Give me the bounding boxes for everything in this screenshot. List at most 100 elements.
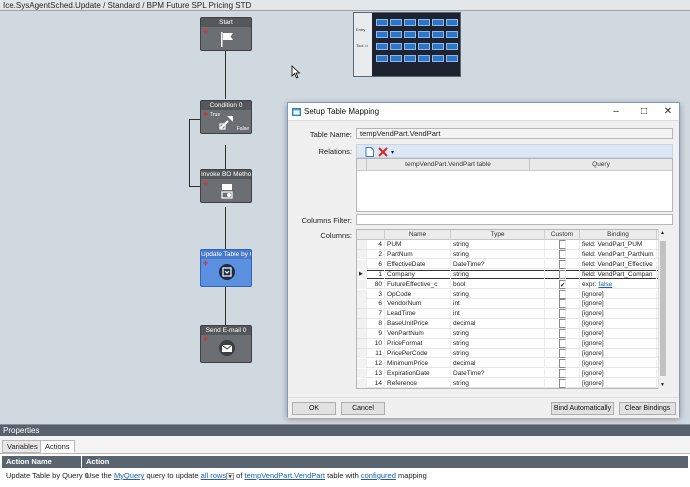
add-icon[interactable]: + xyxy=(203,259,208,268)
table-row[interactable]: ▶ 1 Company string field: VendPart_Compan xyxy=(357,269,665,280)
type-cell[interactable]: DateTime? xyxy=(451,259,545,269)
table-row[interactable]: 7 LeadTime int [ignore] xyxy=(357,309,665,319)
name-cell[interactable]: PartNum xyxy=(385,249,451,259)
row-number-cell[interactable]: 1 xyxy=(367,269,385,279)
action-name-cell[interactable]: Update Table by Query 0 xyxy=(2,470,89,482)
custom-checkbox[interactable] xyxy=(559,269,566,279)
binding-cell[interactable]: [ignore] xyxy=(580,319,657,329)
dialog-titlebar[interactable]: Setup Table Mapping – □ ✕ xyxy=(288,103,679,121)
row-number-cell[interactable]: 8 xyxy=(367,319,385,329)
name-cell[interactable]: PriceFormat xyxy=(385,339,451,348)
table-row[interactable]: 13 ExpirationDate DateTime? [ignore] xyxy=(357,368,665,379)
name-cell[interactable]: VenPartNum xyxy=(385,329,451,339)
mapping-link[interactable]: configured xyxy=(361,471,396,480)
relations-column-header[interactable]: tempVendPart.VendPart table xyxy=(367,159,530,171)
custom-cell[interactable] xyxy=(545,269,580,279)
scroll-down-icon[interactable]: ▼ xyxy=(660,382,665,388)
custom-cell[interactable] xyxy=(545,240,580,249)
table-row[interactable]: 2 PartNum string field: VendPart_PartNum xyxy=(357,249,665,260)
name-cell[interactable]: PUM xyxy=(385,240,451,249)
row-number-cell[interactable]: 10 xyxy=(367,339,385,348)
type-cell[interactable]: int xyxy=(451,299,545,309)
column-header-custom[interactable]: Custom xyxy=(545,230,580,240)
binding-expression-link[interactable]: false xyxy=(598,281,612,288)
binding-cell[interactable]: expr: false xyxy=(580,279,657,289)
custom-checkbox[interactable] xyxy=(559,259,566,269)
custom-checkbox[interactable] xyxy=(559,240,566,249)
custom-cell[interactable] xyxy=(545,319,580,329)
custom-cell[interactable] xyxy=(545,378,580,388)
custom-checkbox[interactable] xyxy=(559,339,566,348)
relations-column-header[interactable]: Query xyxy=(530,159,672,171)
custom-cell[interactable] xyxy=(545,329,580,339)
type-cell[interactable]: string xyxy=(451,240,545,249)
node-condition[interactable]: Condition 0 + True False xyxy=(200,100,252,134)
row-number-cell[interactable]: 9 xyxy=(367,329,385,339)
node-update-table-by-query[interactable]: Update Table by Q + xyxy=(200,249,252,287)
table-row[interactable]: 11 PricePerCode string [ignore] xyxy=(357,348,665,359)
type-cell[interactable]: string xyxy=(451,289,545,299)
custom-checkbox[interactable] xyxy=(559,329,566,339)
binding-cell[interactable]: [ignore] xyxy=(580,358,657,368)
query-link[interactable]: MyQuery xyxy=(114,471,144,480)
type-cell[interactable]: decimal xyxy=(451,319,545,329)
node-start[interactable]: Start + xyxy=(200,17,252,51)
rows-scope-link[interactable]: all rows xyxy=(201,471,226,480)
chevron-down-icon[interactable]: ▼ xyxy=(226,472,235,480)
add-icon[interactable]: + xyxy=(203,110,208,119)
custom-cell[interactable] xyxy=(545,249,580,259)
row-number-cell[interactable]: 2 xyxy=(367,249,385,259)
minimize-button[interactable]: – xyxy=(609,106,623,118)
name-cell[interactable]: LeadTime xyxy=(385,309,451,319)
name-cell[interactable]: VendorNum xyxy=(385,299,451,309)
column-header-binding[interactable]: Binding xyxy=(580,230,657,240)
column-header-type[interactable]: Type xyxy=(451,230,545,240)
custom-checkbox[interactable] xyxy=(559,249,566,259)
custom-cell[interactable] xyxy=(545,358,580,368)
type-cell[interactable]: string xyxy=(451,249,545,259)
custom-checkbox[interactable] xyxy=(559,299,566,309)
name-cell[interactable]: BaseUnitPrice xyxy=(385,319,451,329)
type-cell[interactable]: string xyxy=(451,269,545,279)
row-number-cell[interactable]: 6 xyxy=(367,259,385,269)
table-row[interactable]: 4 PUM string field: VendPart_PUM xyxy=(357,240,665,250)
binding-cell[interactable]: [ignore] xyxy=(580,378,657,388)
table-row[interactable]: 6 EffectiveDate DateTime? field: VendPart_E… xyxy=(357,259,665,270)
maximize-button[interactable]: □ xyxy=(637,106,651,118)
table-row[interactable]: 80 FutureEffective_c bool ✔ expr: false xyxy=(357,279,665,290)
node-invoke-bo-method[interactable]: Invoke BO Method + xyxy=(200,169,252,203)
bind-automatically-button[interactable]: Bind Automatically xyxy=(551,402,614,415)
row-number-cell[interactable]: 14 xyxy=(367,378,385,388)
add-icon[interactable]: + xyxy=(203,179,208,188)
scroll-up-icon[interactable]: ▲ xyxy=(660,230,665,236)
custom-cell[interactable] xyxy=(545,348,580,358)
row-number-cell[interactable]: 7 xyxy=(367,309,385,319)
row-number-cell[interactable]: 80 xyxy=(367,279,385,289)
binding-cell[interactable]: field: VendPart_Compan xyxy=(580,269,657,279)
columns-grid-scrollbar[interactable]: ▲ ▼ xyxy=(658,229,667,389)
binding-cell[interactable]: [ignore] xyxy=(580,289,657,299)
custom-cell[interactable] xyxy=(545,368,580,378)
table-row[interactable]: 14 Reference string [ignore] xyxy=(357,378,665,388)
custom-cell[interactable]: ✔ xyxy=(545,279,580,289)
add-icon[interactable]: + xyxy=(203,27,208,36)
row-number-cell[interactable]: 3 xyxy=(367,289,385,299)
table-row[interactable]: 6 VendorNum int [ignore] xyxy=(357,299,665,309)
binding-cell[interactable]: [ignore] xyxy=(580,348,657,358)
custom-checkbox[interactable]: ✔ xyxy=(559,279,566,289)
type-cell[interactable]: string xyxy=(451,339,545,348)
binding-cell[interactable]: field: VendPart_PartNum xyxy=(580,249,657,259)
columns-filter-input[interactable] xyxy=(356,214,673,225)
table-link[interactable]: tempVendPart.VendPart xyxy=(245,471,325,480)
tab-actions[interactable]: Actions xyxy=(40,440,75,453)
type-cell[interactable]: decimal xyxy=(451,358,545,368)
custom-cell[interactable] xyxy=(545,339,580,348)
delete-icon[interactable] xyxy=(378,147,388,157)
binding-cell[interactable]: [ignore] xyxy=(580,309,657,319)
type-cell[interactable]: DateTime? xyxy=(451,368,545,378)
type-cell[interactable]: string xyxy=(451,348,545,358)
close-button[interactable]: ✕ xyxy=(661,106,675,118)
name-cell[interactable]: MinimumPrice xyxy=(385,358,451,368)
name-cell[interactable]: Company xyxy=(385,269,451,279)
chevron-down-icon[interactable]: ▾ xyxy=(391,149,394,156)
